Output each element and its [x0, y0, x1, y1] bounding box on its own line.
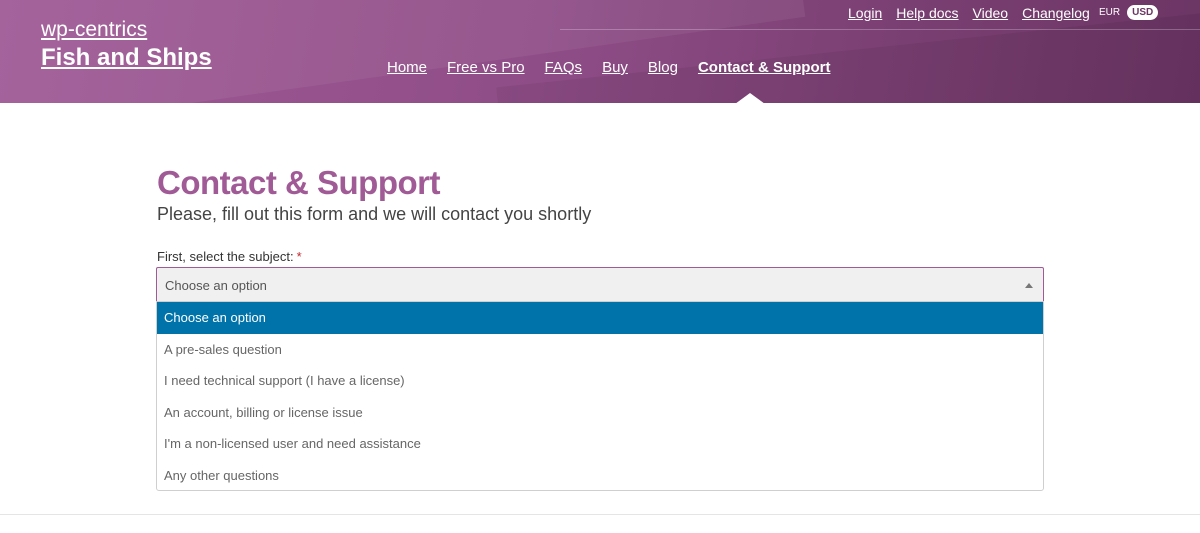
brand-company-link[interactable]: wp-centrics [41, 18, 147, 42]
nav-blog[interactable]: Blog [648, 59, 678, 76]
subject-option[interactable]: Choose an option [157, 302, 1043, 334]
subject-option[interactable]: I'm a non-licensed user and need assista… [157, 428, 1043, 460]
page-title: Contact & Support [157, 164, 440, 201]
main-nav: Home Free vs Pro FAQs Buy Blog Contact &… [387, 59, 830, 76]
top-links: Login Help docs Video Changelog [848, 5, 1090, 21]
nav-home[interactable]: Home [387, 59, 427, 76]
subject-option[interactable]: Any other questions [157, 460, 1043, 492]
divider [560, 29, 1200, 30]
subject-option[interactable]: A pre-sales question [157, 334, 1043, 366]
site-header: wp-centrics Fish and Ships Login Help do… [0, 0, 1200, 103]
currency-usd-option[interactable]: USD [1127, 5, 1159, 20]
brand-product-link[interactable]: Fish and Ships [41, 44, 212, 72]
active-nav-indicator [735, 93, 765, 103]
currency-eur-option[interactable]: EUR [1099, 7, 1120, 18]
nav-free-vs-pro[interactable]: Free vs Pro [447, 59, 525, 76]
help-docs-link[interactable]: Help docs [896, 5, 958, 21]
login-link[interactable]: Login [848, 5, 882, 21]
nav-contact-support[interactable]: Contact & Support [698, 59, 831, 76]
video-link[interactable]: Video [973, 5, 1009, 21]
subject-label: First, select the subject: * [157, 249, 302, 264]
nav-buy[interactable]: Buy [602, 59, 628, 76]
chevron-up-icon [1025, 283, 1033, 288]
nav-faqs[interactable]: FAQs [545, 59, 583, 76]
subject-select[interactable]: Choose an option [156, 267, 1044, 303]
subject-option[interactable]: I need technical support (I have a licen… [157, 365, 1043, 397]
page-subtitle: Please, fill out this form and we will c… [157, 204, 592, 224]
subject-option[interactable]: An account, billing or license issue [157, 397, 1043, 429]
subject-label-text: First, select the subject: [157, 249, 294, 264]
divider [0, 514, 1200, 515]
subject-select-value: Choose an option [165, 278, 267, 293]
required-marker: * [296, 249, 302, 264]
changelog-link[interactable]: Changelog [1022, 5, 1090, 21]
currency-switcher: EUR USD [1099, 5, 1159, 20]
subject-dropdown-list: Choose an option A pre-sales question I … [156, 301, 1044, 491]
